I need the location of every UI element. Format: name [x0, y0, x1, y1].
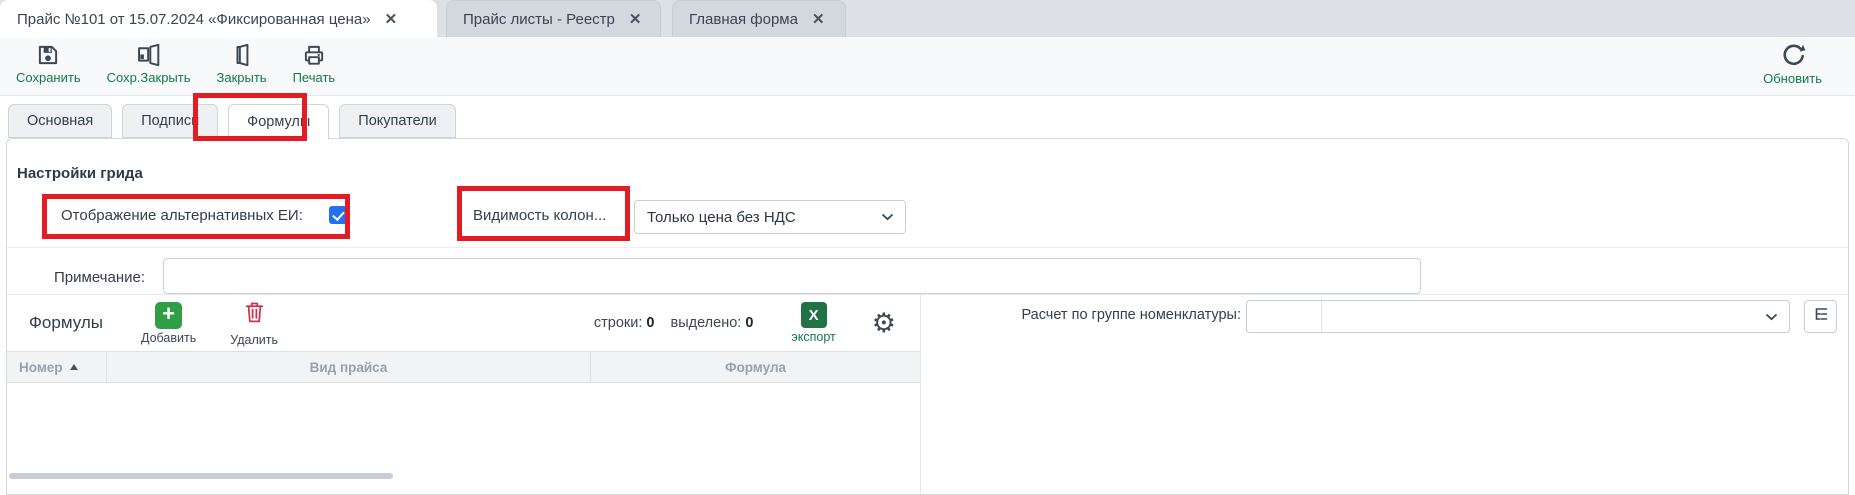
column-visibility-value: Только цена без НДС: [647, 209, 796, 226]
column-header-price-type-label: Вид прайса: [310, 360, 388, 375]
rows-counter: строки: 0: [594, 315, 655, 331]
grid-counters: строки: 0 выделено: 0: [594, 315, 754, 331]
column-header-number-label: Номер: [19, 360, 63, 375]
close-button[interactable]: Закрыть: [217, 42, 267, 85]
tab-buyers[interactable]: Покупатели: [339, 104, 455, 138]
printer-icon: [301, 42, 327, 68]
trash-icon: [242, 299, 267, 331]
add-row-label: Добавить: [141, 331, 196, 345]
column-header-number[interactable]: Номер: [7, 352, 107, 382]
save-close-icon: [136, 42, 162, 68]
delete-row-label: Удалить: [230, 333, 278, 347]
formulas-tab-panel: Настройки грида Отображение альтернативн…: [6, 138, 1849, 495]
grid-body-empty[interactable]: [7, 384, 920, 470]
delete-row-button[interactable]: Удалить: [230, 299, 278, 347]
gear-icon[interactable]: [872, 310, 896, 337]
refresh-button-label: Обновить: [1763, 71, 1822, 86]
calc-group-label: Расчет по группе номенклатуры:: [967, 307, 1241, 323]
grid-header-row: Номер Вид прайса Формула: [7, 351, 920, 383]
window-tab-title: Прайс листы - Реестр: [463, 11, 615, 28]
close-button-label: Закрыть: [217, 70, 267, 85]
section-divider: [7, 247, 1848, 248]
window-tab-price-registry[interactable]: Прайс листы - Реестр: [446, 0, 661, 37]
main-toolbar: Сохранить Сохр.Закрыть: [0, 37, 1855, 96]
refresh-button[interactable]: Обновить: [1763, 42, 1822, 86]
selected-counter-label: выделено:: [671, 315, 742, 331]
formulas-grid: Формулы Добавить Удалить: [7, 295, 921, 494]
excel-icon: X: [801, 302, 827, 328]
window-tab-price-document[interactable]: Прайс №101 от 15.07.2024 «Фиксированная …: [0, 0, 437, 37]
selected-counter-value: 0: [745, 315, 753, 331]
rows-counter-value: 0: [646, 315, 654, 331]
save-close-button[interactable]: Сохр.Закрыть: [107, 42, 191, 85]
print-button-label: Печать: [293, 70, 336, 85]
app-window: Прайс №101 от 15.07.2024 «Фиксированная …: [0, 0, 1855, 495]
tab-formulas[interactable]: Формулы: [228, 104, 329, 140]
save-button[interactable]: Сохранить: [16, 42, 81, 85]
window-tab-title: Главная форма: [689, 11, 798, 28]
close-icon[interactable]: [385, 12, 398, 27]
export-label: экспорт: [791, 330, 835, 344]
print-button[interactable]: Печать: [293, 42, 336, 85]
column-header-formula-label: Формула: [725, 360, 786, 375]
alt-units-label: Отображение альтернативных ЕИ:: [61, 207, 303, 224]
save-icon: [35, 42, 61, 68]
save-close-button-label: Сохр.Закрыть: [107, 70, 191, 85]
note-input[interactable]: [163, 258, 1421, 294]
sort-ascending-icon: [70, 364, 78, 370]
add-row-button[interactable]: Добавить: [141, 302, 196, 345]
plus-icon: [155, 302, 182, 329]
note-label: Примечание:: [53, 269, 145, 286]
grid-settings-title: Настройки грида: [17, 165, 143, 182]
formulas-grid-title: Формулы: [29, 313, 103, 333]
column-visibility-label: Видимость колон...: [473, 207, 606, 224]
calc-group-select[interactable]: [1246, 300, 1790, 333]
close-icon[interactable]: [812, 12, 825, 27]
chevron-down-icon: [1765, 313, 1778, 321]
alt-units-checkbox[interactable]: [329, 206, 347, 224]
window-tab-strip: Прайс №101 от 15.07.2024 «Фиксированная …: [0, 0, 1855, 37]
column-header-formula[interactable]: Формула: [591, 352, 920, 382]
form-tab-bar: Основная Подписи Формулы Покупатели: [8, 104, 456, 139]
tree-select-button[interactable]: [1804, 300, 1837, 333]
window-tab-main-form[interactable]: Главная форма: [672, 0, 846, 37]
formulas-grid-toolbar: Формулы Добавить Удалить: [7, 295, 920, 351]
chevron-down-icon: [881, 213, 894, 221]
horizontal-scrollbar[interactable]: [9, 473, 393, 479]
window-tab-title: Прайс №101 от 15.07.2024 «Фиксированная …: [17, 11, 371, 28]
save-button-label: Сохранить: [16, 70, 81, 85]
column-visibility-select[interactable]: Только цена без НДС: [634, 200, 906, 234]
close-door-icon: [229, 42, 255, 68]
tab-main[interactable]: Основная: [8, 104, 112, 138]
combo-divider: [1321, 301, 1322, 332]
export-excel-button[interactable]: X экспорт: [791, 302, 835, 344]
close-icon[interactable]: [629, 12, 642, 27]
tab-signatures[interactable]: Подписи: [122, 104, 218, 138]
column-header-price-type[interactable]: Вид прайса: [107, 352, 591, 382]
selected-counter: выделено: 0: [671, 315, 754, 331]
rows-counter-label: строки:: [594, 315, 643, 331]
refresh-icon: [1779, 42, 1806, 69]
tree-icon: [1812, 305, 1830, 328]
